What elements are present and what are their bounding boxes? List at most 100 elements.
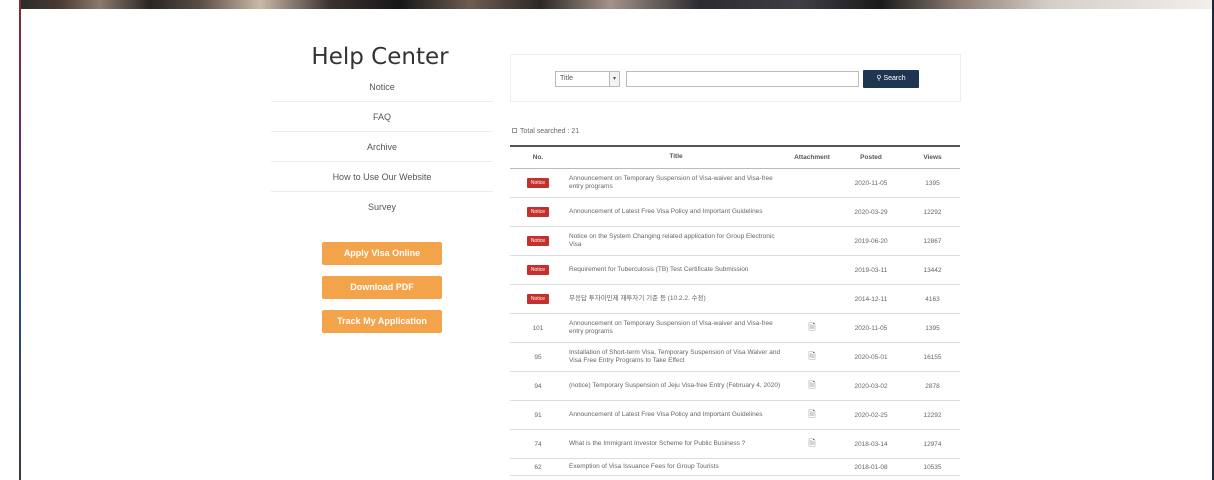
row-posted-date: 2020-05-01 [854, 353, 888, 361]
attachment-file-icon[interactable]: 🗎 [808, 320, 815, 336]
attachment-file-icon[interactable]: 🗎 [808, 436, 815, 452]
row-title-link[interactable]: Exemption of Visa Issuance Fees for Grou… [566, 463, 787, 471]
row-posted-date: 2019-06-20 [854, 237, 888, 245]
column-header-views: Views [923, 154, 942, 161]
row-title-link[interactable]: 무응답 투자이민제 재투자기 기준 등 (10.2.2. 수정) [566, 295, 787, 303]
table-row[interactable]: 74 What is the Immigrant Investor Scheme … [510, 430, 960, 459]
row-number: 62 [534, 463, 542, 471]
apply-visa-online-button[interactable]: Apply Visa Online [322, 242, 442, 265]
table-row[interactable]: Notice 무응답 투자이민제 재투자기 기준 등 (10.2.2. 수정) 20… [510, 285, 960, 314]
row-views: 12292 [923, 208, 942, 216]
row-number: 95 [534, 353, 542, 361]
search-field-select[interactable]: Title ▾ [555, 71, 620, 87]
row-title-link[interactable]: Announcement of Latest Free Visa Policy … [566, 411, 787, 419]
table-body: Notice Announcement on Temporary Suspensi… [510, 169, 960, 476]
row-posted-date: 2020-03-02 [854, 382, 888, 390]
table-row[interactable]: 94 (notice) Temporary Suspension of Jeju … [510, 372, 960, 401]
row-posted-date: 2020-02-25 [854, 411, 888, 419]
row-attachment: 🗎 [787, 407, 837, 423]
notice-badge: Notice [527, 265, 549, 275]
search-button-label: Search [883, 75, 906, 82]
row-views: 10535 [923, 463, 942, 471]
row-attachment: 🗎 [787, 320, 837, 336]
table-row[interactable]: 95 Installation of Short-term Visa, Tempo… [510, 343, 960, 372]
notice-badge: Notice [527, 207, 549, 217]
row-number: Notice [510, 294, 566, 304]
table-row[interactable]: 91 Announcement of Latest Free Visa Polic… [510, 401, 960, 430]
row-number: 91 [534, 411, 542, 419]
row-views: 1395 [925, 179, 940, 187]
row-title-link[interactable]: What is the Immigrant Investor Scheme fo… [566, 440, 787, 448]
table-row[interactable]: 101 Announcement on Temporary Suspension … [510, 314, 960, 343]
row-number: Notice [510, 236, 566, 246]
row-views: 12867 [923, 237, 942, 245]
notice-badge: Notice [527, 236, 549, 246]
search-panel: Title ▾ ⚲ Search [510, 54, 961, 102]
search-icon: ⚲ [876, 75, 882, 82]
row-title-link[interactable]: Announcement on Temporary Suspension of … [566, 175, 787, 192]
table-row[interactable]: Notice Announcement on Temporary Suspensi… [510, 169, 960, 198]
square-bullet-icon [512, 128, 517, 133]
sidebar-item-archive[interactable]: Archive [271, 132, 493, 162]
row-posted-date: 2019-03-11 [854, 266, 888, 274]
left-edge-decoration [19, 0, 21, 480]
row-views: 1395 [925, 324, 940, 332]
notice-badge: Notice [527, 294, 549, 304]
row-views: 16155 [923, 353, 942, 361]
attachment-file-icon[interactable]: 🗎 [808, 378, 815, 394]
column-header-no: No. [532, 154, 544, 161]
top-banner-strip [0, 0, 1214, 9]
row-views: 2878 [925, 382, 940, 390]
table-header: No. Title Attachment Posted Views [510, 145, 960, 169]
row-posted-date: 2018-01-08 [854, 463, 888, 471]
row-title-link[interactable]: Announcement on Temporary Suspension of … [566, 320, 787, 337]
row-attachment: 🗎 [787, 349, 837, 365]
row-posted-date: 2020-03-29 [854, 208, 888, 216]
row-attachment: 🗎 [787, 436, 837, 452]
sidebar-item-notice[interactable]: Notice [271, 72, 493, 102]
notice-badge: Notice [527, 178, 549, 188]
total-count: Total searched : 21 [512, 128, 579, 135]
attachment-file-icon[interactable]: 🗎 [808, 349, 815, 365]
track-my-application-button[interactable]: Track My Application [322, 310, 442, 333]
column-header-title: Title [669, 153, 683, 161]
row-title-link[interactable]: Installation of Short-term Visa, Tempora… [566, 349, 787, 366]
row-attachment: 🗎 [787, 378, 837, 394]
row-title-link[interactable]: (notice) Temporary Suspension of Jeju Vi… [566, 382, 787, 390]
row-posted-date: 2018-03-14 [854, 440, 888, 448]
row-posted-date: 2014-12-11 [854, 295, 888, 303]
row-title-link[interactable]: Requirement for Tuberculosis (TB) Test C… [566, 266, 787, 274]
row-views: 13442 [923, 266, 942, 274]
sidebar-menu: Notice FAQ Archive How to Use Our Websit… [271, 72, 493, 222]
attachment-file-icon[interactable]: 🗎 [808, 407, 815, 423]
sidebar-item-survey[interactable]: Survey [271, 192, 493, 222]
total-count-text: Total searched : 21 [520, 128, 580, 135]
column-header-posted: Posted [860, 154, 882, 161]
table-row[interactable]: Notice Requirement for Tuberculosis (TB) … [510, 256, 960, 285]
table-row[interactable]: Notice Announcement of Latest Free Visa P… [510, 198, 960, 227]
chevron-down-icon[interactable]: ▾ [609, 72, 619, 86]
sidebar-item-how-to-use[interactable]: How to Use Our Website [271, 162, 493, 192]
row-posted-date: 2020-11-05 [854, 324, 888, 332]
row-title-link[interactable]: Announcement of Latest Free Visa Policy … [566, 208, 787, 216]
row-number: 101 [532, 324, 544, 332]
row-views: 4163 [925, 295, 940, 303]
row-title-link[interactable]: Notice on the System Changing related ap… [566, 233, 787, 250]
search-field-select-value: Title [560, 75, 573, 82]
row-number: Notice [510, 265, 566, 275]
row-posted-date: 2020-11-05 [854, 179, 888, 187]
notice-table: No. Title Attachment Posted Views Notice… [510, 145, 960, 476]
table-row[interactable]: Notice Notice on the System Changing rela… [510, 227, 960, 256]
row-number: Notice [510, 178, 566, 188]
row-number: 94 [534, 382, 542, 390]
search-input[interactable] [626, 71, 859, 87]
column-header-attachment: Attachment [794, 154, 830, 161]
sidebar: Help Center Notice FAQ Archive How to Us… [271, 44, 493, 344]
download-pdf-button[interactable]: Download PDF [322, 276, 442, 299]
sidebar-item-faq[interactable]: FAQ [271, 102, 493, 132]
sidebar-buttons: Apply Visa Online Download PDF Track My … [271, 242, 493, 344]
row-views: 12292 [923, 411, 942, 419]
search-button[interactable]: ⚲ Search [863, 70, 919, 88]
table-row[interactable]: 62 Exemption of Visa Issuance Fees for Gr… [510, 459, 960, 476]
row-number: Notice [510, 207, 566, 217]
